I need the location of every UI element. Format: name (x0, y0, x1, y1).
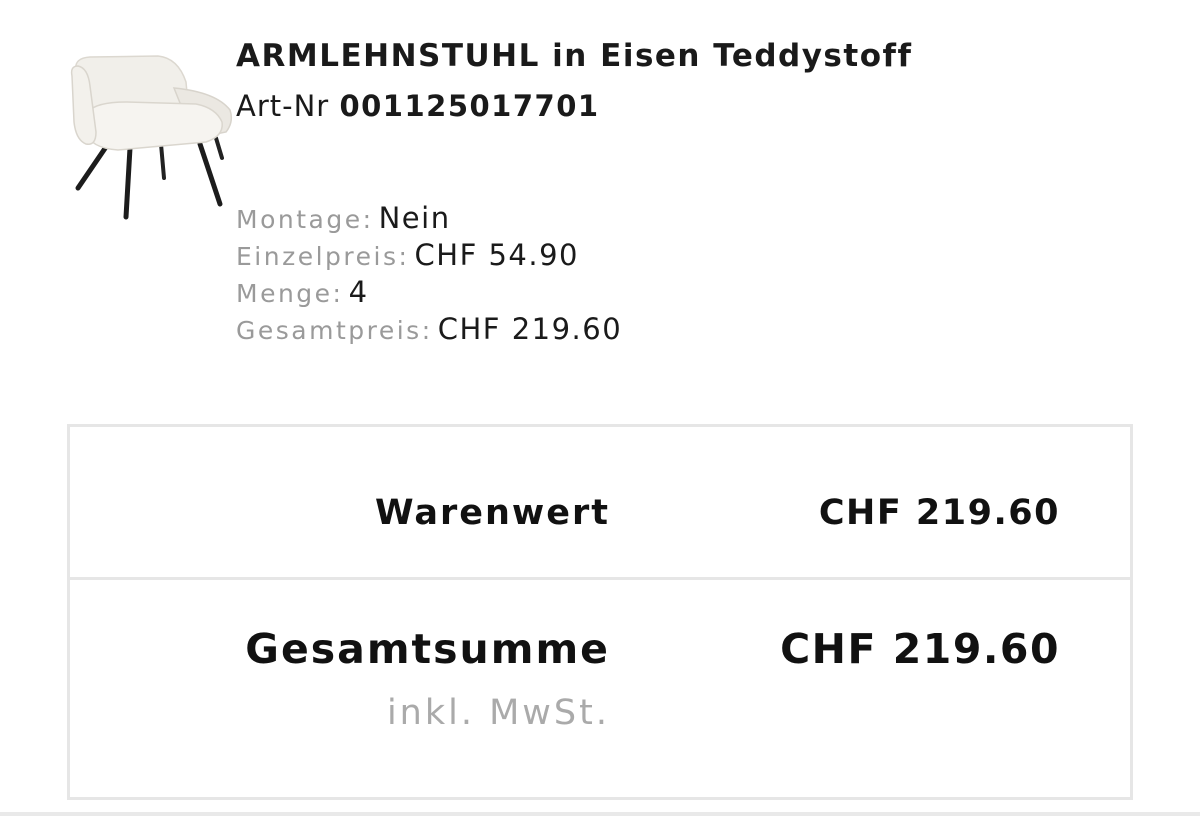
detail-row-unit-price: Einzelpreis: CHF 54.90 (236, 237, 622, 274)
product-details: Montage: Nein Einzelpreis: CHF 54.90 Men… (236, 200, 622, 348)
product-image[interactable] (66, 52, 236, 224)
article-number-label: Art-Nr (236, 89, 330, 123)
quantity-value: 4 (348, 275, 369, 309)
total-price-label: Gesamtpreis: (236, 316, 433, 345)
bottom-divider (0, 812, 1200, 816)
detail-row-montage: Montage: Nein (236, 200, 622, 237)
article-number: Art-Nr 001125017701 (236, 89, 600, 123)
tax-note: inkl. MwSt. (386, 693, 610, 733)
detail-row-quantity: Menge: 4 (236, 274, 622, 311)
grand-total-label: Gesamtsumme (245, 625, 610, 673)
order-summary-box: Warenwert CHF 219.60 Gesamtsumme CHF 219… (67, 424, 1133, 800)
order-summary-page: ARMLEHNSTUHL in Eisen Teddystoff Art-Nr … (0, 0, 1200, 816)
detail-row-total-price: Gesamtpreis: CHF 219.60 (236, 311, 622, 348)
unit-price-label: Einzelpreis: (236, 242, 410, 271)
goods-value-row: Warenwert CHF 219.60 (70, 427, 1130, 580)
article-number-value: 001125017701 (339, 89, 600, 123)
goods-value-label: Warenwert (375, 493, 610, 533)
goods-value-amount: CHF 219.60 (818, 493, 1060, 533)
armchair-icon (70, 55, 233, 220)
quantity-label: Menge: (236, 279, 344, 308)
montage-label: Montage: (236, 205, 374, 234)
unit-price-value: CHF 54.90 (414, 238, 579, 272)
product-title[interactable]: ARMLEHNSTUHL in Eisen Teddystoff (236, 38, 912, 74)
total-price-value: CHF 219.60 (437, 312, 623, 346)
grand-total-amount: CHF 219.60 (780, 625, 1060, 673)
montage-value: Nein (378, 201, 451, 235)
